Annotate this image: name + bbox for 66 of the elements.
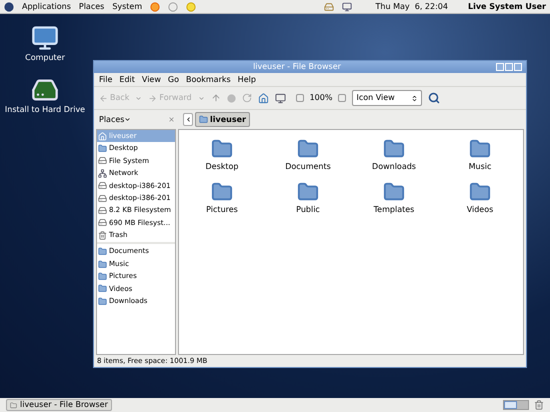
menu-item[interactable]: Bookmarks xyxy=(186,74,231,86)
folder-icon[interactable] xyxy=(209,181,235,203)
desktop-icon-label[interactable]: Computer xyxy=(25,52,65,64)
folder-icon[interactable] xyxy=(295,138,321,160)
folder-icon[interactable] xyxy=(209,138,235,160)
menu-item[interactable]: Edit xyxy=(119,74,135,86)
folder-icon xyxy=(98,247,107,256)
chevron-left-icon xyxy=(184,116,192,123)
folder-label[interactable]: Downloads xyxy=(372,161,416,173)
folder-icon[interactable] xyxy=(295,181,321,203)
drive-icon xyxy=(98,218,107,228)
home-icon[interactable] xyxy=(258,92,269,104)
drive-icon xyxy=(98,156,107,166)
folder-label[interactable]: Documents xyxy=(285,161,331,173)
computer-icon[interactable] xyxy=(31,24,59,52)
folder-icon xyxy=(98,296,107,306)
taskbar-button[interactable]: liveuser - File Browser xyxy=(6,399,112,411)
drive-icon xyxy=(98,194,107,203)
window-title: liveuser - File Browser xyxy=(252,61,342,73)
user-name[interactable]: Live System User xyxy=(468,0,546,12)
panel-menu[interactable]: Places xyxy=(78,0,104,12)
folder-icon xyxy=(199,115,208,124)
desktop-icon-label[interactable]: Install to Hard Drive xyxy=(4,104,86,116)
back-arrow-icon xyxy=(99,94,108,102)
menu-item[interactable]: File xyxy=(99,74,112,86)
folder-icon[interactable] xyxy=(381,138,407,160)
zoom-level: 100% xyxy=(310,92,332,104)
menu-item[interactable]: View xyxy=(142,74,161,86)
folder-label[interactable]: Music xyxy=(468,161,492,173)
up-icon[interactable] xyxy=(210,93,221,103)
path-button[interactable]: liveuser xyxy=(195,112,250,127)
places-dropdown[interactable]: Places xyxy=(99,114,132,126)
reload-icon[interactable] xyxy=(242,93,252,103)
trash-icon xyxy=(98,230,107,240)
drive-icon xyxy=(98,181,107,190)
panel-menu[interactable]: System xyxy=(112,0,142,12)
folder-label[interactable]: Public xyxy=(296,204,320,216)
forward-arrow-icon xyxy=(148,94,158,102)
caret-icon xyxy=(124,116,132,123)
folder-icon[interactable] xyxy=(467,181,493,203)
view-select[interactable]: Icon View xyxy=(352,90,422,106)
window-icon xyxy=(10,402,17,408)
up-down-arrows-icon xyxy=(411,94,418,102)
dropdown-icon[interactable] xyxy=(135,94,142,102)
folder-label[interactable]: Videos xyxy=(466,204,494,216)
folder-icon xyxy=(98,284,107,294)
folder-icon xyxy=(98,272,107,281)
menu-item[interactable]: Go xyxy=(168,74,179,86)
drive-icon xyxy=(98,206,107,216)
computer-icon[interactable] xyxy=(274,92,286,104)
folder-icon xyxy=(98,144,107,154)
trash-icon[interactable] xyxy=(534,400,544,410)
menu-item[interactable]: Help xyxy=(238,74,256,86)
folder-icon[interactable] xyxy=(467,138,493,160)
folder-icon[interactable] xyxy=(381,181,407,203)
network-icon xyxy=(98,168,107,178)
folder-label[interactable]: Templates xyxy=(374,204,414,216)
folder-icon xyxy=(98,260,107,269)
clock[interactable]: Thu May 6, 22:04 xyxy=(376,0,448,12)
panel-menu[interactable]: Applications xyxy=(22,0,71,12)
workspace-switcher[interactable] xyxy=(503,400,529,410)
folder-label[interactable]: Desktop xyxy=(206,161,238,173)
folder-label[interactable]: Pictures xyxy=(206,204,238,216)
path-back-button[interactable] xyxy=(183,113,193,126)
dropdown-icon[interactable] xyxy=(198,94,205,102)
search-icon[interactable] xyxy=(428,92,440,104)
